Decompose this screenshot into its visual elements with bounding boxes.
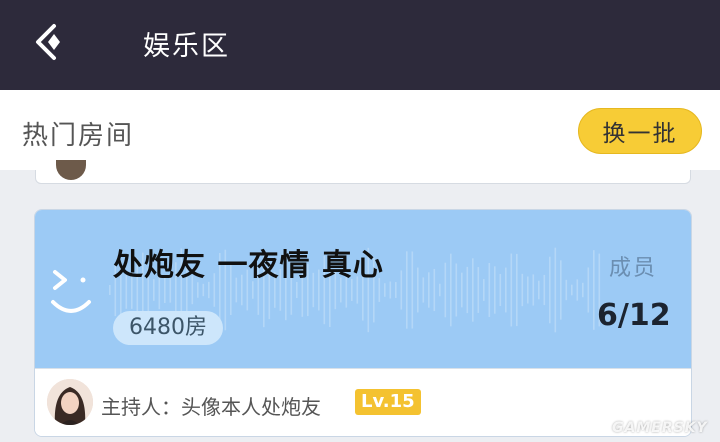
room-id-badge: 6480房 — [113, 311, 223, 345]
hot-rooms-label: 热门房间 — [22, 121, 135, 151]
room-title: 处炮友 一夜情 真心 — [113, 248, 384, 283]
top-bar: 娱乐区 — [0, 0, 720, 90]
room-card[interactable]: 处炮友 一夜情 真心 6480房 成员 6/12 主持人：头像本人处炮友 Lv.… — [34, 209, 692, 437]
host-row: 主持人：头像本人处炮友 Lv.15 — [35, 368, 691, 436]
smile-icon — [51, 270, 91, 313]
refresh-button[interactable]: 换一批 — [578, 108, 702, 154]
previous-room-card[interactable] — [35, 160, 691, 184]
members-count: 6/12 — [597, 298, 671, 333]
room-card-banner: 处炮友 一夜情 真心 6480房 成员 6/12 — [35, 210, 691, 368]
level-badge: Lv.15 — [355, 389, 421, 415]
page-title: 娱乐区 — [143, 31, 230, 62]
avatar[interactable] — [47, 379, 93, 425]
avatar — [56, 160, 86, 180]
host-label: 主持人：头像本人处炮友 — [101, 395, 321, 419]
members-label: 成员 — [609, 256, 658, 281]
watermark: GAMERSKY — [612, 420, 708, 436]
back-arrow-icon[interactable] — [30, 22, 70, 62]
